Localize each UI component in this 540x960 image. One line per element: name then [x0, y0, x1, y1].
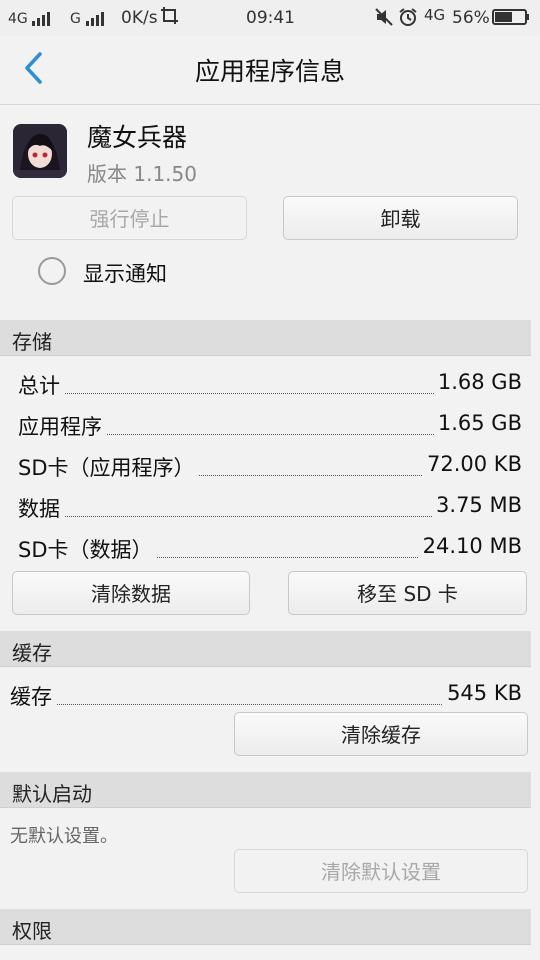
page-title: 应用程序信息 [194, 57, 345, 86]
network-speed: 0K/s [121, 8, 158, 28]
row-label: 总计 [18, 370, 64, 400]
network-type-1: 4G [8, 11, 28, 27]
show-notifications-label: 显示通知 [83, 262, 167, 286]
move-to-sd-button[interactable]: 移至 SD 卡 [288, 571, 527, 615]
row-value: 3.75 MB [432, 493, 522, 517]
network-type-2: G [70, 11, 81, 27]
signal-icon [86, 11, 106, 31]
section-header-permissions: 权限 [0, 909, 531, 945]
section-title: 存储 [12, 330, 52, 354]
mute-icon [374, 7, 394, 32]
storage-row-app: 应用程序 1.65 GB [18, 411, 522, 441]
battery-percent: 56% [452, 8, 490, 28]
row-label: SD卡（数据） [18, 534, 157, 564]
battery-icon [492, 9, 530, 30]
force-stop-button[interactable]: 强行停止 [12, 196, 247, 240]
clear-defaults-button[interactable]: 清除默认设置 [234, 849, 528, 893]
signal-icon [32, 11, 52, 31]
row-label: SD卡（应用程序） [18, 452, 199, 482]
row-value: 545 KB [443, 681, 522, 705]
row-value: 1.68 GB [433, 370, 522, 394]
section-header-storage: 存储 [0, 320, 531, 356]
section-title: 默认启动 [12, 782, 92, 806]
section-title: 权限 [12, 919, 52, 943]
status-bar: 4G G 0K/s 09:41 4G 56% [0, 0, 540, 36]
clear-data-button[interactable]: 清除数据 [12, 571, 250, 615]
storage-row-sd-data: SD卡（数据） 24.10 MB [18, 534, 522, 564]
app-name: 魔女兵器 [87, 123, 188, 152]
clock: 09:41 [246, 8, 295, 28]
app-version: 版本 1.1.50 [87, 162, 197, 186]
row-value: 72.00 KB [423, 452, 522, 476]
storage-row-sd-app: SD卡（应用程序） 72.00 KB [18, 452, 522, 482]
app-icon [13, 124, 67, 178]
title-bar: 应用程序信息 [0, 36, 540, 105]
cache-row: 缓存 545 KB [10, 681, 522, 711]
section-header-cache: 缓存 [0, 631, 531, 667]
network-type-3: 4G [424, 6, 446, 24]
show-notifications-checkbox[interactable] [38, 257, 66, 285]
row-value: 24.10 MB [418, 534, 522, 558]
storage-row-data: 数据 3.75 MB [18, 493, 522, 523]
alarm-icon [398, 7, 418, 32]
row-value: 1.65 GB [433, 411, 522, 435]
row-label: 缓存 [10, 681, 56, 711]
row-label: 数据 [18, 493, 64, 523]
clear-cache-button[interactable]: 清除缓存 [234, 712, 528, 756]
uninstall-button[interactable]: 卸载 [283, 196, 518, 240]
no-defaults-text: 无默认设置。 [10, 826, 118, 847]
storage-row-total: 总计 1.68 GB [18, 370, 522, 400]
screenshot-icon [160, 6, 180, 31]
section-header-default-launch: 默认启动 [0, 772, 531, 808]
section-title: 缓存 [12, 641, 52, 665]
row-label: 应用程序 [18, 411, 106, 441]
